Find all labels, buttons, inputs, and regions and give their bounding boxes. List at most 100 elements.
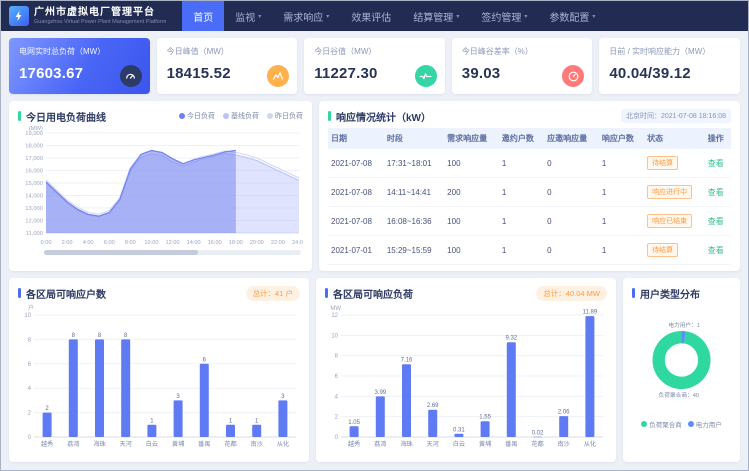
view-link[interactable]: 查看 [708,159,724,168]
nav-item-label: 参数配置 [549,9,589,24]
app-logo [9,6,29,26]
chart-scrollbar-thumb[interactable] [44,250,198,255]
svg-text:12:00: 12:00 [166,240,180,246]
legend-dot-icon [223,113,229,119]
load-curve-legend: 今日负荷基线负荷昨日负荷 [179,111,303,121]
top-navbar: 广州市虚拟电厂管理平台 Guangzhou Virtual Power Plan… [1,1,748,31]
nav-item-home[interactable]: 首页 [182,1,224,31]
nav-item-params[interactable]: 参数配置▾ [538,1,606,31]
svg-text:14:00: 14:00 [187,240,201,246]
svg-text:14,000: 14,000 [25,194,43,200]
svg-text:负荷聚合商：40: 负荷聚合商：40 [659,391,700,399]
svg-text:2: 2 [45,406,49,412]
nav-item-settlement[interactable]: 结算管理▾ [402,1,470,31]
svg-text:1: 1 [150,418,154,424]
view-link[interactable]: 查看 [708,188,724,197]
svg-text:户: 户 [28,304,34,312]
column-header: 需求响应量 [444,128,499,149]
svg-text:6: 6 [335,374,339,380]
status-cell: 待结算 [644,149,705,178]
status-badge: 响应已结束 [647,214,692,228]
user-type-head: 用户类型分布 [632,286,731,300]
svg-text:22:00: 22:00 [271,240,285,246]
svg-text:12: 12 [331,313,338,319]
svg-text:天河: 天河 [427,440,439,448]
view-link[interactable]: 查看 [708,246,724,255]
svg-text:海珠: 海珠 [93,440,106,448]
nav-item-contract[interactable]: 签约管理▾ [470,1,538,31]
gauge-icon [120,65,142,87]
svg-text:海珠: 海珠 [400,440,413,448]
table-cell: 1 [599,149,644,178]
nav-item-label: 签约管理 [481,9,521,24]
nav-item-monitor[interactable]: 监视▾ [224,1,272,31]
kpi-row: 电网实时总负荷（MW）17603.67今日峰值（MW）18415.52今日谷值（… [1,31,748,94]
chevron-down-icon: ▾ [258,13,261,20]
bottom-row: 各区局可响应户数 总计：41 户 0246810户2越秀8荔湾8海珠8天河1白云… [1,271,748,470]
load-curve-panel-head: 今日用电负荷曲线 今日负荷基线负荷昨日负荷 [18,109,303,123]
svg-text:1: 1 [229,418,233,424]
table-cell: 1 [599,207,644,236]
panel-accent [18,111,21,121]
svg-text:3: 3 [176,394,180,400]
legend-item[interactable]: 电力用户 [688,419,722,429]
status-cell: 待结算 [644,236,705,265]
rate-meter-icon [562,65,584,87]
table-cell: 100 [444,207,499,236]
user-type-donut-chart: 电力用户：1负荷聚合商：40 [632,304,731,416]
legend-item[interactable]: 负荷聚合商 [641,419,682,429]
nav-item-evaluation[interactable]: 效果评估 [340,1,402,31]
legend-item[interactable]: 昨日负荷 [267,111,303,121]
brand-text: 广州市虚拟电厂管理平台 Guangzhou Virtual Power Plan… [34,7,166,25]
chevron-down-icon: ▾ [524,13,527,20]
brand: 广州市虚拟电厂管理平台 Guangzhou Virtual Power Plan… [9,6,166,26]
svg-text:8:00: 8:00 [125,240,136,246]
app-title: 广州市虚拟电厂管理平台 [34,7,166,19]
load-curve-panel: 今日用电负荷曲线 今日负荷基线负荷昨日负荷 11,00012,00013,000… [9,101,312,271]
table-cell: 0 [544,207,599,236]
legend-dot-icon [688,421,694,427]
legend-dot-icon [641,421,647,427]
svg-text:0:00: 0:00 [41,240,52,246]
table-cell: 16:08~16:36 [384,207,444,236]
svg-text:越秀: 越秀 [41,440,53,448]
svg-text:11.89: 11.89 [583,310,598,316]
svg-text:4:00: 4:00 [83,240,94,246]
svg-text:0.31: 0.31 [453,427,465,433]
svg-text:24:00: 24:00 [292,240,303,246]
kpi-label: 今日峰值（MW） [167,46,288,57]
panel-accent [18,288,21,298]
action-cell: 查看 [705,149,731,178]
svg-text:3: 3 [281,394,285,400]
user-type-panel: 用户类型分布 电力用户：1负荷聚合商：40 负荷聚合商电力用户 [623,278,740,462]
svg-text:10: 10 [24,313,31,319]
response-stats-head: 响应情况统计（kW） 北京时间：2021-07-08 18:16:08 [328,109,731,123]
column-header: 日期 [328,128,384,149]
legend-item[interactable]: 今日负荷 [179,111,215,121]
svg-text:16,000: 16,000 [25,169,43,175]
user-type-title: 用户类型分布 [640,286,700,301]
chevron-down-icon: ▾ [456,13,459,20]
svg-text:2.06: 2.06 [558,410,570,416]
nav-item-label: 结算管理 [413,9,453,24]
nav-item-demand-response[interactable]: 需求响应▾ [272,1,340,31]
table-cell: 200 [444,178,499,207]
response-table: 日期时段需求响应量邀约户数应邀响应量响应户数状态操作 2021-07-0817:… [328,128,731,265]
svg-text:6:00: 6:00 [104,240,115,246]
view-link[interactable]: 查看 [708,217,724,226]
svg-text:12,000: 12,000 [25,219,43,225]
svg-text:从化: 从化 [277,440,289,448]
nav-item-label: 首页 [193,9,213,24]
action-cell: 查看 [705,178,731,207]
legend-item[interactable]: 基线负荷 [223,111,259,121]
svg-text:番禺: 番禺 [198,441,210,448]
panel-accent [328,111,331,121]
load-curve-chart: 11,00012,00013,00014,00015,00016,00017,0… [18,123,303,247]
status-cell: 响应进行中 [644,178,705,207]
status-badge: 响应进行中 [647,185,692,199]
kpi-card-peak-valley-rate: 今日峰谷差率（%）39.03 [452,38,593,94]
response-stats-panel: 响应情况统计（kW） 北京时间：2021-07-08 18:16:08 日期时段… [319,101,740,271]
svg-text:16:00: 16:00 [208,240,222,246]
svg-text:10: 10 [331,333,338,339]
table-cell: 1 [599,178,644,207]
